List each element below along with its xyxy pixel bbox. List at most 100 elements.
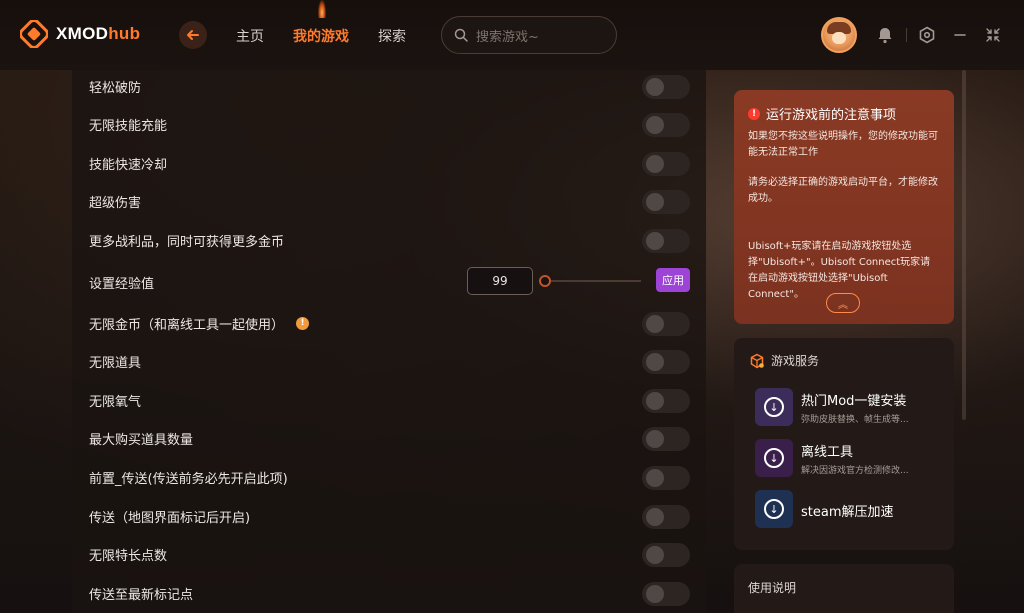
- option-label: 无限道具: [89, 355, 142, 371]
- pre-launch-notice-card: ! 运行游戏前的注意事项 如果您不按这些说明操作，您的修改功能可能无法正常工作 …: [734, 90, 954, 324]
- nav-explore[interactable]: 探索: [378, 26, 406, 46]
- usage-instructions-card[interactable]: 使用说明: [734, 564, 954, 613]
- user-avatar[interactable]: [821, 17, 857, 53]
- search-placeholder: 搜索游戏~: [476, 29, 539, 45]
- services-title: 游戏服务: [771, 354, 820, 368]
- service-icon-bg: ↓: [755, 490, 793, 528]
- toggle-knob: [646, 78, 664, 96]
- toggle-knob: [646, 155, 664, 173]
- download-icon: ↓: [764, 499, 784, 519]
- notification-bell-icon[interactable]: [876, 26, 894, 44]
- notice-paragraph: 如果您不按这些说明操作，您的修改功能可能无法正常工作: [748, 131, 938, 158]
- service-name: 离线工具: [801, 445, 854, 460]
- service-desc: 解决因游戏官方检测修改...: [801, 466, 909, 476]
- collapse-button[interactable]: ︽: [826, 293, 860, 313]
- game-services-card: 游戏服务 ↓ 热门Mod一键安装 弥助皮肤替换、帧生成等... ↓ 离线工具 解…: [734, 338, 954, 550]
- avatar-face: [832, 32, 846, 44]
- option-toggle[interactable]: [642, 543, 690, 567]
- minimize-icon[interactable]: [951, 26, 969, 44]
- package-icon: [750, 353, 764, 368]
- option-label: 前置_传送(传送前务必先开启此项): [89, 471, 288, 487]
- usage-title: 使用说明: [748, 581, 797, 595]
- arrow-left-icon: [187, 30, 199, 40]
- option-label: 无限特长点数: [89, 548, 168, 564]
- xmod-logo-icon: [19, 19, 49, 49]
- top-bar: XMODhub 主页 我的游戏 探索 搜索游戏~: [0, 0, 1024, 70]
- service-name: 热门Mod一键安装: [801, 394, 907, 409]
- toggle-knob: [646, 469, 664, 487]
- toggle-knob: [646, 508, 664, 526]
- toolbar-separator: [906, 28, 907, 42]
- toggle-knob: [646, 546, 664, 564]
- option-row: 更多战利品，同时可获得更多金币: [89, 225, 690, 255]
- back-button[interactable]: [179, 21, 207, 49]
- toggle-knob: [646, 353, 664, 371]
- toggle-knob: [646, 193, 664, 211]
- option-label: 无限技能充能: [89, 118, 168, 134]
- active-tab-glow: [318, 0, 326, 18]
- info-icon[interactable]: !: [296, 316, 310, 330]
- toggle-knob: [646, 430, 664, 448]
- experience-slider[interactable]: [539, 275, 643, 287]
- option-toggle[interactable]: [642, 229, 690, 253]
- option-toggle[interactable]: [642, 152, 690, 176]
- option-toggle[interactable]: [642, 389, 690, 413]
- option-toggle[interactable]: [642, 312, 690, 336]
- option-toggle[interactable]: [642, 505, 690, 529]
- download-icon: ↓: [764, 448, 784, 468]
- option-toggle[interactable]: [642, 582, 690, 606]
- service-item-steam-accelerate[interactable]: ↓ steam解压加速: [755, 490, 950, 530]
- option-row: 前置_传送(传送前务必先开启此项): [89, 462, 690, 492]
- toggle-knob: [646, 392, 664, 410]
- app-logo[interactable]: XMODhub: [19, 19, 140, 49]
- notice-paragraph: 请务必选择正确的游戏启动平台，才能修改成功。: [748, 177, 938, 204]
- slider-track: [545, 280, 641, 282]
- option-toggle[interactable]: [642, 190, 690, 214]
- option-label: 无限金币（和离线工具一起使用）: [89, 317, 285, 333]
- option-toggle[interactable]: [642, 427, 690, 451]
- option-toggle[interactable]: [642, 466, 690, 490]
- option-label: 无限氧气: [89, 394, 142, 410]
- experience-value-input[interactable]: 99: [467, 267, 533, 295]
- service-icon-bg: ↓: [755, 388, 793, 426]
- toggle-knob: [646, 585, 664, 603]
- service-icon-bg: ↓: [755, 439, 793, 477]
- cheat-options-panel: 轻松破防 无限技能充能 技能快速冷却 超级伤害 更多战利品，同时可获得更多金币 …: [72, 70, 706, 613]
- logo-prefix: XMOD: [56, 24, 109, 43]
- option-row: 无限金币（和离线工具一起使用） !: [89, 308, 690, 338]
- option-row: 无限特长点数: [89, 539, 690, 569]
- option-label: 设置经验值: [89, 276, 155, 292]
- page-scrollbar[interactable]: [962, 70, 966, 420]
- option-row: 传送至最新标记点: [89, 578, 690, 608]
- option-row: 传送（地图界面标记后开启): [89, 501, 690, 531]
- service-item-mod-install[interactable]: ↓ 热门Mod一键安装 弥助皮肤替换、帧生成等...: [755, 388, 950, 428]
- service-desc: 弥助皮肤替换、帧生成等...: [801, 415, 909, 425]
- option-label: 最大购买道具数量: [89, 432, 194, 448]
- toggle-knob: [646, 116, 664, 134]
- option-label: 更多战利品，同时可获得更多金币: [89, 234, 285, 250]
- notice-header: ! 运行游戏前的注意事项: [748, 104, 940, 123]
- services-header: 游戏服务: [749, 352, 819, 369]
- nav-home[interactable]: 主页: [236, 26, 264, 46]
- option-label: 传送至最新标记点: [89, 587, 194, 603]
- search-icon: [454, 28, 468, 42]
- option-label: 轻松破防: [89, 80, 142, 96]
- warning-icon: !: [748, 107, 760, 120]
- option-row: 无限氧气: [89, 385, 690, 415]
- slider-thumb[interactable]: [539, 275, 551, 287]
- apply-button[interactable]: 应用: [656, 268, 690, 292]
- shrink-window-icon[interactable]: [984, 26, 1002, 44]
- option-toggle[interactable]: [642, 75, 690, 99]
- option-row: 无限道具: [89, 346, 690, 376]
- settings-hex-icon[interactable]: [918, 26, 936, 44]
- search-box[interactable]: 搜索游戏~: [441, 16, 617, 54]
- option-row: 无限技能充能: [89, 109, 690, 139]
- option-label: 超级伤害: [89, 195, 142, 211]
- option-toggle[interactable]: [642, 113, 690, 137]
- option-label: 传送（地图界面标记后开启): [89, 510, 251, 526]
- option-toggle[interactable]: [642, 350, 690, 374]
- app-name: XMODhub: [56, 24, 140, 44]
- service-item-offline-tool[interactable]: ↓ 离线工具 解决因游戏官方检测修改...: [755, 439, 950, 479]
- nav-my-games[interactable]: 我的游戏: [293, 26, 349, 46]
- logo-suffix: hub: [108, 24, 141, 43]
